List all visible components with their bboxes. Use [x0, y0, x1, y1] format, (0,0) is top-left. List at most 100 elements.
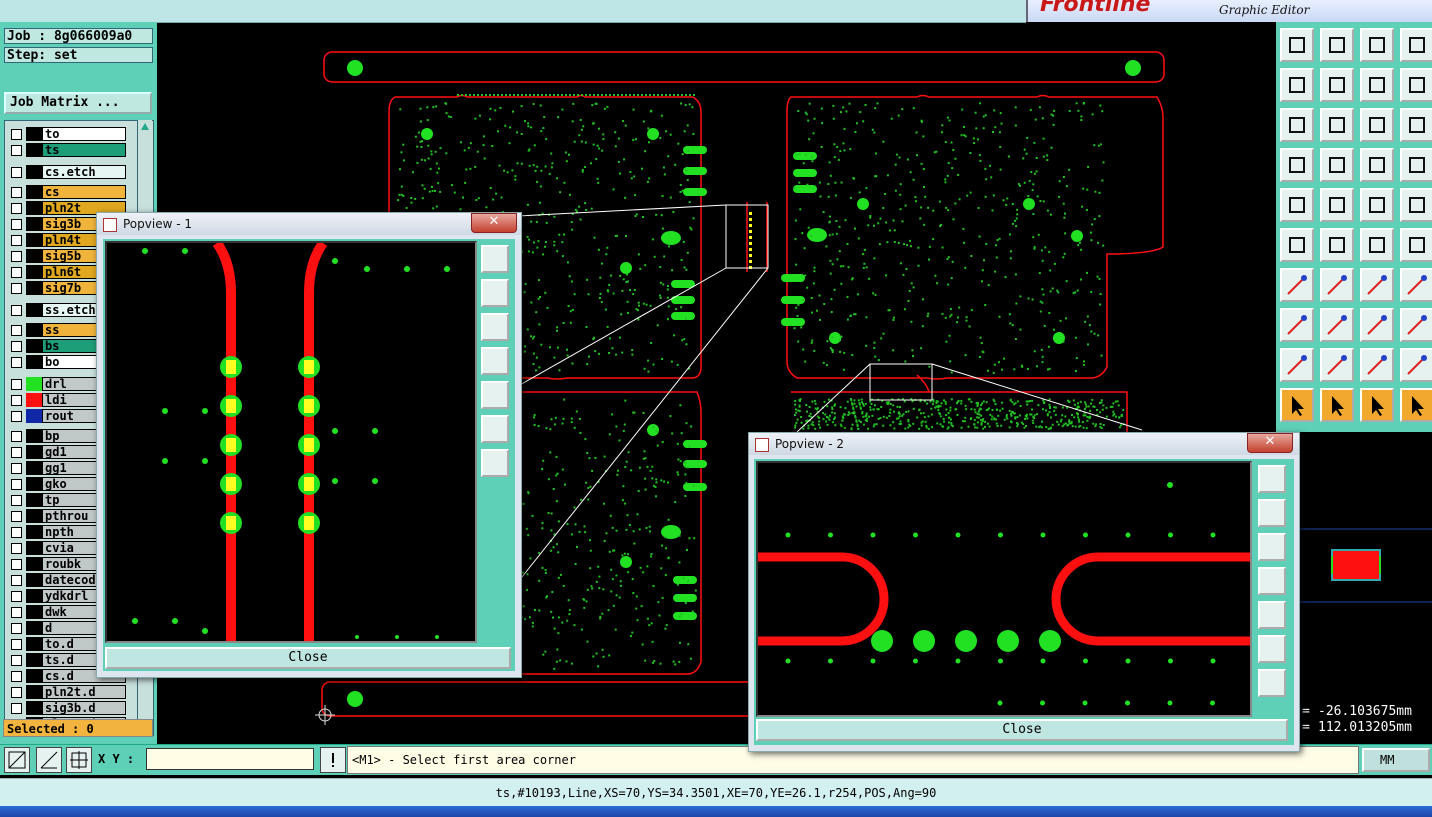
align-icon[interactable] [1360, 308, 1394, 342]
flip-icon[interactable] [1400, 268, 1432, 302]
zoom-in-icon[interactable] [481, 415, 509, 443]
layer-name[interactable]: cs.etch [42, 165, 126, 179]
select-icon[interactable] [1280, 388, 1314, 422]
layer-color-swatch[interactable] [26, 621, 42, 635]
layer-checkbox[interactable] [11, 687, 22, 698]
bridge-icon[interactable] [1320, 308, 1354, 342]
exclamation-icon[interactable] [320, 747, 346, 773]
layer-checkbox[interactable] [11, 543, 22, 554]
layer-color-swatch[interactable] [26, 429, 42, 443]
units-select[interactable]: MM [1362, 748, 1430, 772]
layer-name[interactable]: sig3b.d [42, 701, 126, 715]
layer-color-swatch[interactable] [26, 165, 42, 179]
layer-color-swatch[interactable] [26, 185, 42, 199]
xy-input[interactable] [146, 748, 314, 770]
layer-checkbox[interactable] [11, 639, 22, 650]
redo-icon[interactable] [1400, 68, 1432, 102]
line-add-icon[interactable] [1320, 188, 1354, 222]
layer-checkbox[interactable] [11, 203, 22, 214]
dot-icon[interactable] [1400, 188, 1432, 222]
layer-checkbox[interactable] [11, 357, 22, 368]
cut-icon[interactable] [1320, 228, 1354, 262]
layer-color-swatch[interactable] [26, 461, 42, 475]
pan-left-icon[interactable] [481, 347, 509, 375]
pan-right-icon[interactable] [481, 381, 509, 409]
layer-checkbox[interactable] [11, 305, 22, 316]
zoom-out-icon[interactable] [481, 449, 509, 477]
save-icon[interactable] [1320, 28, 1354, 62]
layer-color-swatch[interactable] [26, 525, 42, 539]
layer-checkbox[interactable] [11, 655, 22, 666]
layer-color-swatch[interactable] [26, 249, 42, 263]
triangle-icon[interactable] [1280, 348, 1314, 382]
layer-checkbox[interactable] [11, 267, 22, 278]
select-path-icon[interactable] [1400, 388, 1432, 422]
popview-1-close-button[interactable]: Close [105, 647, 511, 669]
pad-icon[interactable] [1280, 188, 1314, 222]
arch-icon[interactable] [1360, 348, 1394, 382]
layer-color-swatch[interactable] [26, 701, 42, 715]
layer-name[interactable]: to [42, 127, 126, 141]
layer-color-swatch[interactable] [26, 573, 42, 587]
pan-up-icon[interactable] [481, 279, 509, 307]
scale-icon[interactable] [1360, 108, 1394, 142]
zoom-fit-icon[interactable] [1258, 465, 1286, 493]
layer-checkbox[interactable] [11, 431, 22, 442]
popview-2-canvas[interactable] [756, 461, 1252, 717]
layer-color-swatch[interactable] [26, 653, 42, 667]
layer-color-swatch[interactable] [26, 201, 42, 215]
layer-color-swatch[interactable] [26, 377, 42, 391]
pan-right-icon[interactable] [1258, 601, 1286, 629]
drag-icon[interactable] [1360, 228, 1394, 262]
layer-checkbox[interactable] [11, 479, 22, 490]
wave-icon[interactable] [1400, 348, 1432, 382]
select-rotate-icon[interactable] [1360, 388, 1394, 422]
layer-checkbox[interactable] [11, 219, 22, 230]
snap-pad-icon[interactable] [1280, 308, 1314, 342]
pan-up-icon[interactable] [1258, 499, 1286, 527]
layer-color-swatch[interactable] [26, 589, 42, 603]
layer-name[interactable]: ts [42, 143, 126, 157]
layer-color-swatch[interactable] [26, 557, 42, 571]
layer-checkbox[interactable] [11, 495, 22, 506]
layer-checkbox[interactable] [11, 623, 22, 634]
layer-color-swatch[interactable] [26, 637, 42, 651]
select-box-icon[interactable] [1320, 388, 1354, 422]
pan-down-icon[interactable] [481, 313, 509, 341]
layer-color-swatch[interactable] [26, 669, 42, 683]
layer-checkbox[interactable] [11, 607, 22, 618]
layer-color-swatch[interactable] [26, 409, 42, 423]
snap-icon[interactable] [36, 747, 62, 773]
job-matrix-button[interactable]: Job Matrix ... [4, 92, 152, 114]
mini-map[interactable] [1296, 432, 1432, 700]
zoom-in-icon[interactable] [1258, 635, 1286, 663]
line-icon[interactable] [1320, 268, 1354, 302]
group-icon[interactable] [1400, 308, 1432, 342]
layer-name[interactable]: pln2t.d [42, 685, 126, 699]
layer-checkbox[interactable] [11, 235, 22, 246]
layer-checkbox[interactable] [11, 341, 22, 352]
layer-color-swatch[interactable] [26, 393, 42, 407]
layer-color-swatch[interactable] [26, 143, 42, 157]
zoom-out-icon[interactable] [1258, 669, 1286, 697]
layer-color-swatch[interactable] [26, 493, 42, 507]
layer-compare-icon[interactable] [1360, 148, 1394, 182]
angle-icon[interactable] [1280, 268, 1314, 302]
pan-left-icon[interactable] [1258, 567, 1286, 595]
layer-color-swatch[interactable] [26, 281, 42, 295]
layer-checkbox[interactable] [11, 167, 22, 178]
layer-color-swatch[interactable] [26, 233, 42, 247]
popview-2-close-button[interactable]: Close [756, 719, 1288, 741]
popview-1-canvas[interactable] [105, 241, 477, 643]
arc-icon[interactable] [1360, 268, 1394, 302]
node-icon[interactable] [1400, 228, 1432, 262]
close-icon[interactable]: ✕ [471, 213, 517, 233]
probe-icon[interactable] [1320, 148, 1354, 182]
layer-checkbox[interactable] [11, 527, 22, 538]
layer-checkbox[interactable] [11, 379, 22, 390]
layer-checkbox[interactable] [11, 591, 22, 602]
split-icon[interactable] [1400, 28, 1432, 62]
layer-checkbox[interactable] [11, 411, 22, 422]
layer-checkbox[interactable] [11, 511, 22, 522]
layer-color-swatch[interactable] [26, 323, 42, 337]
